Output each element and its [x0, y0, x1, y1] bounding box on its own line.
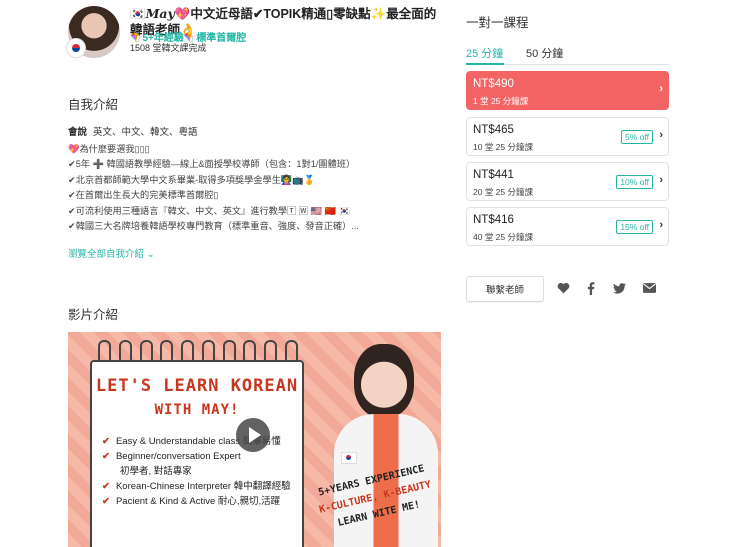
- package-price: NT$465: [473, 124, 514, 136]
- intro-line: ✔北京首都師範大學中文系畢業-取得多項獎學金學生👩‍🏫📺🏅: [68, 174, 316, 185]
- intro-text: 💖為什麼要選我▯▯▯ ✔5年 ➕ 韓國語教學經驗—線上&面授學校導師（包含：1對…: [68, 142, 448, 234]
- bullet-item: ✔ Pacient & Kind & Active 耐心,親切,活躍: [102, 496, 281, 507]
- lesson-count: 1508 堂韓文課完成: [130, 43, 207, 53]
- speaks-label: 會說: [68, 127, 88, 138]
- intro-line: ✔在首爾出生長大的完美標準首爾腔▯: [68, 190, 219, 201]
- check-icon: ✔: [102, 496, 110, 507]
- package-description: 20 堂 25 分鐘課: [473, 187, 533, 197]
- speaks-row: 會說 英文、中文、韓文、粵語: [68, 124, 198, 138]
- intro-line: ✔韓國三大名牌培養韓語學校專門教育（標準重音、強度、發音正確）...: [68, 221, 359, 232]
- bullet-item: 初學者, 對話專家: [120, 466, 192, 477]
- chevron-right-icon: ›: [659, 83, 663, 95]
- bullet-item: ✔ Beginner/conversation Expert: [102, 451, 241, 462]
- video-heading: 影片介紹: [68, 308, 119, 322]
- package-option[interactable]: NT$416 40 堂 25 分鐘課 15% off ›: [466, 207, 669, 246]
- speaks-languages: 英文、中文、韓文、粵語: [93, 127, 198, 138]
- package-option[interactable]: NT$490 1 堂 25 分鐘課 ›: [466, 71, 669, 110]
- board-title-line-1: LET'S LEARN KOREAN: [95, 376, 299, 396]
- package-price: NT$416: [473, 214, 514, 226]
- intro-video[interactable]: LET'S LEARN KOREAN WITH MAY! ✔ Easy & Und…: [68, 332, 441, 547]
- korea-flag-icon: [341, 452, 357, 464]
- package-description: 10 堂 25 分鐘課: [473, 142, 533, 152]
- korea-flag-icon: [66, 38, 86, 58]
- contact-teacher-button[interactable]: 聯繫老師: [466, 276, 544, 302]
- tab-25-minutes[interactable]: 25 分鐘: [466, 45, 503, 61]
- package-description: 1 堂 25 分鐘課: [473, 96, 529, 106]
- check-icon: ✔: [102, 481, 110, 492]
- package-price: NT$490: [473, 78, 514, 90]
- package-option[interactable]: NT$441 20 堂 25 分鐘課 10% off ›: [466, 162, 669, 201]
- read-more-link[interactable]: 瀏覽全部自我介紹 ⌄: [68, 246, 155, 260]
- tab-50-minutes[interactable]: 50 分鐘: [526, 45, 563, 61]
- chevron-right-icon: ›: [659, 219, 663, 231]
- intro-line: ✔5年 ➕ 韓國語教學經驗—線上&面授學校導師（包含：1對1/團體班）: [68, 159, 356, 170]
- package-description: 40 堂 25 分鐘課: [473, 232, 533, 242]
- intro-heading: 自我介紹: [68, 98, 119, 112]
- bullet-item: ✔ Korean-Chinese Interpreter 韓中翻譯經驗: [102, 481, 291, 492]
- twitter-icon[interactable]: [612, 281, 626, 295]
- discount-badge: 15% off: [616, 220, 653, 234]
- teacher-name: May: [145, 6, 175, 21]
- video-board: LET'S LEARN KOREAN WITH MAY! ✔ Easy & Und…: [90, 360, 304, 547]
- check-icon: ✔: [102, 451, 110, 462]
- play-icon[interactable]: [236, 418, 270, 452]
- discount-badge: 10% off: [616, 175, 653, 189]
- course-heading: 一對一課程: [466, 16, 529, 30]
- chevron-right-icon: ›: [659, 129, 663, 141]
- active-tab-indicator: [466, 63, 504, 65]
- email-icon[interactable]: [642, 281, 656, 295]
- facebook-icon[interactable]: [584, 281, 598, 295]
- heart-icon[interactable]: [556, 281, 570, 295]
- check-icon: ✔: [102, 436, 110, 447]
- package-price: NT$441: [473, 169, 514, 181]
- intro-line: ✔可流利使用三種語言『韓文、中文、英文』進行教學🅃 🅆 🇺🇸 🇨🇳 🇰🇷: [68, 205, 350, 216]
- package-option[interactable]: NT$465 10 堂 25 分鐘課 5% off ›: [466, 117, 669, 156]
- intro-line: 💖為什麼要選我▯▯▯: [68, 144, 150, 154]
- chevron-right-icon: ›: [659, 174, 663, 186]
- discount-badge: 5% off: [621, 130, 653, 144]
- board-title-line-2: WITH MAY!: [154, 402, 240, 418]
